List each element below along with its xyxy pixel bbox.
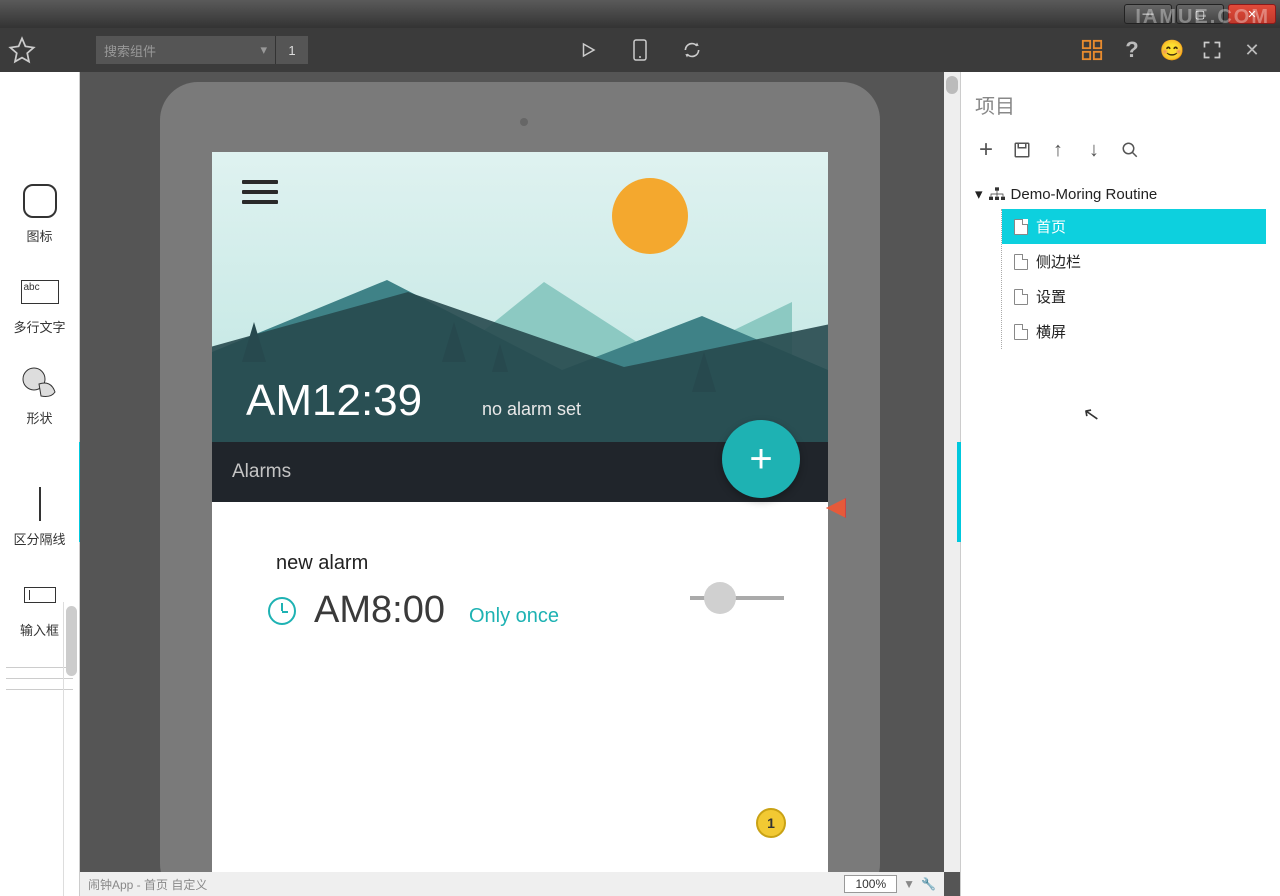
watermark: IAMUE.COM [1135, 6, 1270, 29]
alarm-label: new alarm [276, 552, 772, 575]
grid-icon[interactable] [1080, 38, 1104, 62]
main-toolbar: 搜索组件 ▾ 1 ? 😊 ✕ [0, 28, 1280, 72]
collapse-icon[interactable]: ▾ [975, 185, 983, 203]
page-item-sidebar[interactable]: 侧边栏 [1010, 244, 1266, 279]
help-icon[interactable]: ? [1120, 38, 1144, 62]
clock-icon [268, 597, 296, 625]
sync-icon[interactable] [680, 38, 704, 62]
window-titlebar: — ▢ ✕ IAMUE.COM [0, 0, 1280, 28]
close-panel-icon[interactable]: ✕ [1240, 38, 1264, 62]
annotation-badge[interactable]: 1 [756, 808, 786, 838]
zoom-dropdown-icon[interactable]: ▼ [903, 877, 915, 891]
settings-icon[interactable]: 🔧 [921, 877, 936, 891]
phone-icon[interactable] [628, 38, 652, 62]
component-divider[interactable]: 区分隔线 [0, 485, 79, 548]
component-icon[interactable]: 图标 [0, 182, 79, 245]
project-root[interactable]: ▾ Demo-Moring Routine [975, 179, 1266, 209]
selection-handle[interactable] [826, 498, 846, 518]
current-time: AM12:39 [246, 376, 422, 426]
sun-icon [612, 178, 688, 254]
status-bar: 闹钟App - 首页 自定义 100% ▼ 🔧 [80, 872, 944, 896]
breadcrumb: 闹钟App - 首页 自定义 [88, 876, 207, 893]
component-panel: 图标 abc 多行文字 形状 区分隔线 输入框 [0, 72, 80, 896]
hamburger-icon[interactable] [242, 174, 278, 210]
fullscreen-icon[interactable] [1200, 38, 1224, 62]
add-alarm-button[interactable]: + [722, 420, 800, 498]
move-down-icon[interactable]: ↓ [1083, 139, 1105, 161]
sitemap-icon [989, 187, 1005, 201]
panel-title: 项目 [975, 90, 1266, 119]
component-multiline-text[interactable]: abc 多行文字 [0, 273, 79, 336]
left-scrollbar[interactable] [63, 602, 79, 896]
emoji-icon[interactable]: 😊 [1160, 38, 1184, 62]
hero-section: AM12:39 no alarm set [212, 152, 828, 442]
alarm-status: no alarm set [482, 399, 581, 420]
move-up-icon[interactable]: ↑ [1047, 139, 1069, 161]
alarm-toggle[interactable] [690, 596, 784, 600]
tablet-frame: AM12:39 no alarm set Alarms + new alarm … [160, 82, 880, 896]
alarm-repeat: Only once [469, 605, 559, 628]
save-icon[interactable] [1011, 139, 1033, 161]
page-icon [1014, 254, 1028, 270]
alarms-header: Alarms + [212, 442, 828, 502]
page-item-landscape[interactable]: 横屏 [1010, 314, 1266, 349]
screen[interactable]: AM12:39 no alarm set Alarms + new alarm … [212, 152, 828, 896]
page-icon [1014, 324, 1028, 340]
zoom-value[interactable]: 100% [844, 875, 897, 893]
cursor-icon: ↖ [1081, 401, 1102, 429]
page-icon [1014, 219, 1028, 235]
chevron-down-icon: ▾ [260, 42, 267, 58]
page-icon [1014, 289, 1028, 305]
add-page-icon[interactable]: + [975, 139, 997, 161]
page-item-home[interactable]: 首页 [1002, 209, 1266, 244]
search-icon[interactable] [1119, 139, 1141, 161]
project-panel: 项目 + ↑ ↓ ▾ Demo-Moring Routine 首页 侧边栏 [960, 72, 1280, 896]
design-canvas[interactable]: AM12:39 no alarm set Alarms + new alarm … [80, 72, 960, 896]
alarm-time: AM8:00 [314, 589, 445, 632]
alarm-card[interactable]: new alarm AM8:00 Only once [212, 502, 828, 682]
page-item-settings[interactable]: 设置 [1010, 279, 1266, 314]
search-count[interactable]: 1 [276, 36, 308, 64]
component-shape[interactable]: 形状 [0, 364, 79, 427]
favorite-icon[interactable] [8, 36, 36, 64]
play-icon[interactable] [576, 38, 600, 62]
component-search[interactable]: 搜索组件 ▾ [96, 36, 276, 64]
